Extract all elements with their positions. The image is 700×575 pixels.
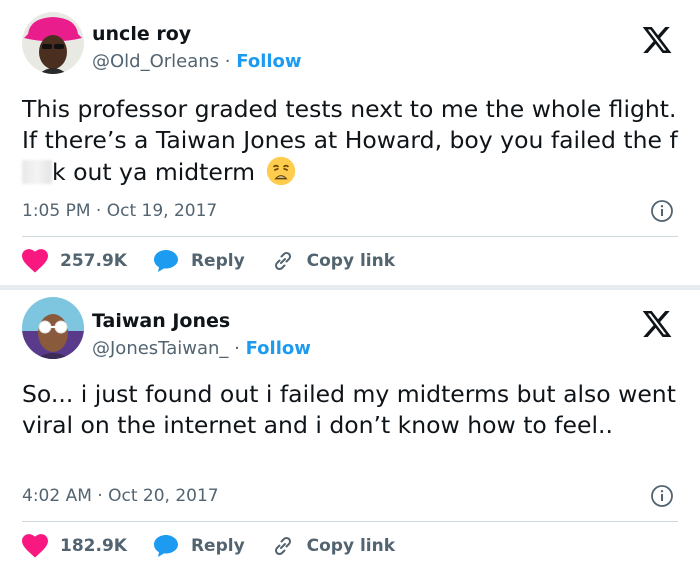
heart-icon [22,249,48,273]
copy-link-button[interactable]: Copy link [271,534,395,558]
dot-separator: · [97,486,103,506]
follow-button[interactable]: Follow [236,51,301,72]
dot-separator: · [95,201,102,221]
action-bar: 257.9K Reply Copy link [22,246,421,276]
author-handle[interactable]: @Old_Orleans [92,51,219,72]
divider [22,236,678,237]
tweet-timestamp[interactable]: 4:02 AM · Oct 20, 2017 [22,486,219,506]
speech-bubble-icon [153,250,178,272]
reply-label: Reply [190,251,245,271]
link-icon [274,536,291,556]
tweet-date: Oct 19, 2017 [106,201,218,221]
tweet-text-part: This professor graded tests next to me t… [22,95,678,154]
tweet-timestamp[interactable]: 1:05 PM · Oct 19, 2017 [22,201,217,221]
tweet-time: 1:05 PM [22,201,91,221]
like-count: 257.9K [60,251,127,271]
author-handle-line: @Old_Orleans · Follow [92,51,302,72]
dot-separator: · [234,338,240,359]
reply-button[interactable]: Reply [153,534,245,558]
speech-bubble-icon [153,535,178,557]
weary-face-emoji [267,156,296,186]
follow-button[interactable]: Follow [246,338,311,359]
action-bar: 182.9K Reply Copy link [22,531,421,561]
copy-link-label: Copy link [306,251,396,271]
like-button[interactable]: 257.9K [22,249,127,273]
copy-link-button[interactable]: Copy link [271,249,395,273]
author-name[interactable]: Taiwan Jones [92,310,230,332]
avatar[interactable] [22,12,84,74]
tweet-card: uncle roy @Old_Orleans · Follow This pro… [0,0,700,290]
reply-label: Reply [190,536,245,556]
tweet-text: So... i just found out i failed my midte… [22,380,676,439]
info-icon[interactable] [650,199,674,223]
like-count: 182.9K [60,536,127,556]
link-icon [274,251,291,271]
copy-link-label: Copy link [306,536,396,556]
like-button[interactable]: 182.9K [22,534,127,558]
divider [22,521,678,522]
x-logo-icon[interactable] [640,24,674,56]
tweet-text: This professor graded tests next to me t… [22,94,682,188]
author-handle[interactable]: @JonesTaiwan_ [92,338,228,359]
x-logo-icon[interactable] [640,308,674,340]
reply-button[interactable]: Reply [153,249,245,273]
tweet-date: Oct 20, 2017 [108,486,219,506]
avatar[interactable] [22,297,84,359]
dot-separator: · [224,51,231,72]
heart-icon [22,534,48,558]
author-handle-line: @JonesTaiwan_ · Follow [92,338,311,359]
tweet-time: 4:02 AM [22,486,92,506]
author-name[interactable]: uncle roy [92,23,191,45]
tweet-card: Taiwan Jones @JonesTaiwan_ · Follow So..… [0,290,700,575]
tweet-text-part: k out ya midterm [52,158,255,186]
censor-blur [22,160,52,184]
info-icon[interactable] [650,484,674,508]
